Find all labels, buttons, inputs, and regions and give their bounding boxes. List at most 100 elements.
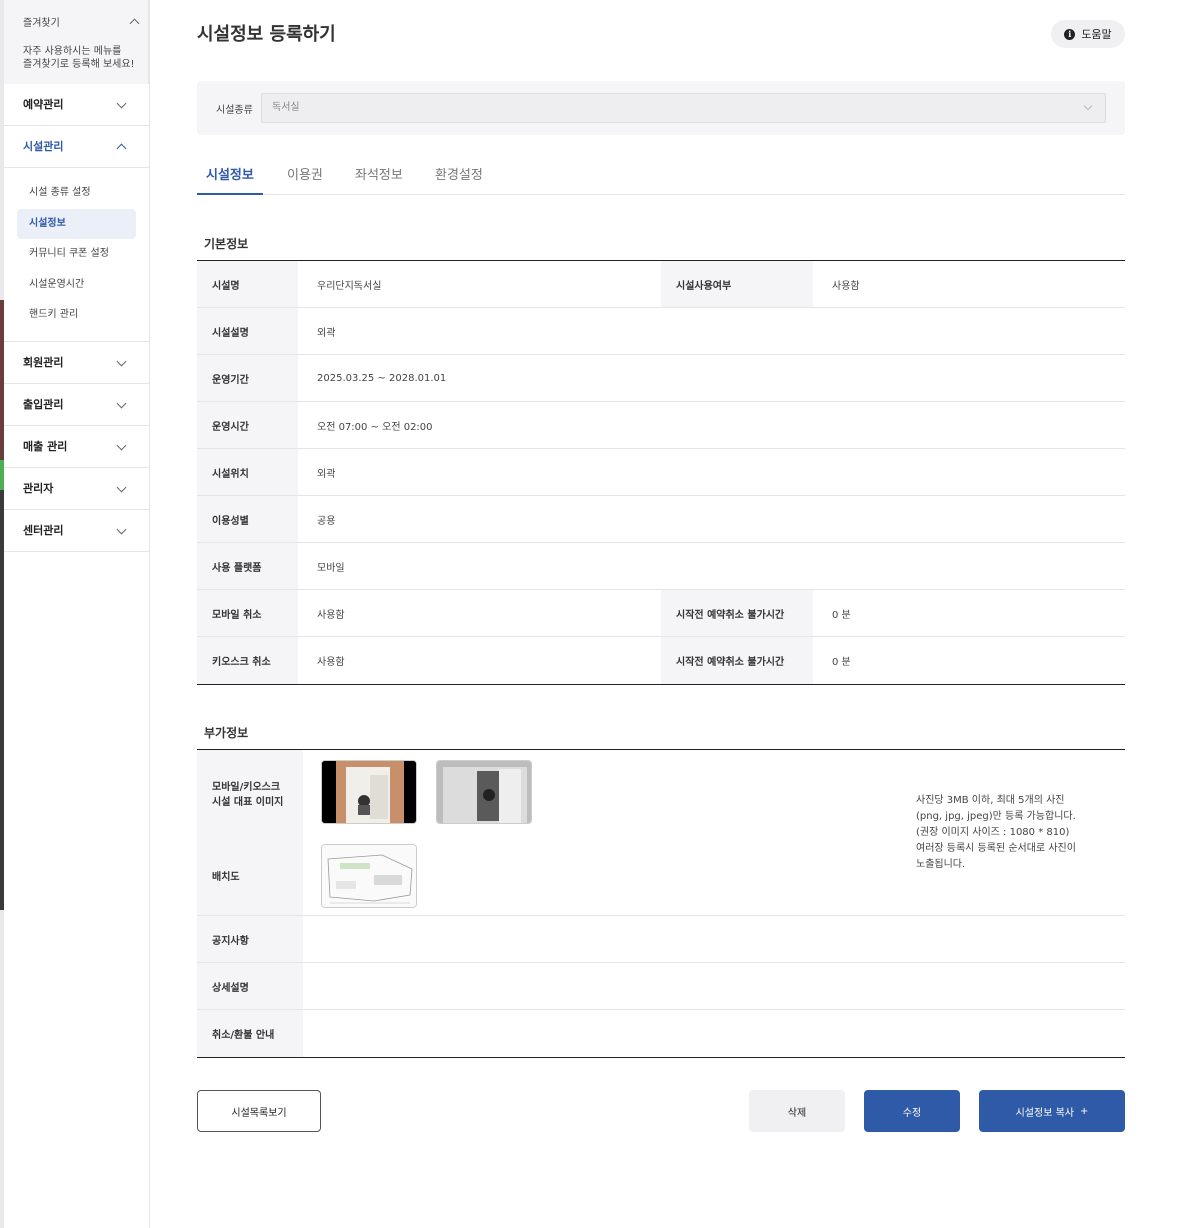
extra-info-table: 모바일/키오스크 시설 대표 이미지 배치도 사진당 3MB 이하, 최대 5개… xyxy=(197,749,1125,1058)
notice-label: 공지사항 xyxy=(197,916,303,962)
facility-list-button[interactable]: 시설목록보기 xyxy=(197,1090,321,1132)
sidebar-item-facility-type[interactable]: 시설 종류 설정 xyxy=(17,178,136,208)
facility-desc-label: 시설설명 xyxy=(197,308,298,354)
tab-settings[interactable]: 환경설정 xyxy=(435,164,483,194)
sidebar-menu-access[interactable]: 출입관리 xyxy=(4,384,149,426)
table-row: 시설명 우리단지독서실 시설사용여부 사용함 xyxy=(197,261,1125,308)
basic-info-table: 시설명 우리단지독서실 시설사용여부 사용함 시설설명 외곽 운영기간 2025… xyxy=(197,260,1125,685)
extra-info-title: 부가정보 xyxy=(204,726,249,740)
image-cell: 사진당 3MB 이하, 최대 5개의 사진 (png, jpg, jpeg)만 … xyxy=(303,750,1125,915)
sidebar-menu-label: 출입관리 xyxy=(23,397,64,411)
gender-value: 공용 xyxy=(317,515,336,527)
notice-value xyxy=(303,916,1125,962)
table-row: 운영시간 오전 07:00 ~ 오전 02:00 xyxy=(197,402,1125,449)
chevron-up-icon xyxy=(116,143,127,154)
table-row: 사용 플랫폼 모바일 xyxy=(197,543,1125,590)
chevron-down-icon xyxy=(116,482,127,492)
tab-seat-info[interactable]: 좌석정보 xyxy=(355,164,403,194)
note-line: (png, jpg, jpeg)만 등록 가능합니다. xyxy=(916,811,1076,822)
period-label: 운영기간 xyxy=(197,355,298,401)
sidebar-item-handkey[interactable]: 핸드키 관리 xyxy=(17,300,136,330)
sidebar-item-facility-info[interactable]: 시설정보 xyxy=(17,208,136,239)
tab-bar: 시설정보 이용권 좌석정보 환경설정 xyxy=(197,156,1125,195)
facility-type-value: 독서실 xyxy=(272,102,300,113)
table-row: 모바일/키오스크 시설 대표 이미지 배치도 사진당 3MB 이하, 최대 5개… xyxy=(197,750,1125,916)
chevron-down-icon xyxy=(1083,101,1093,111)
kiosk-cancel-value: 사용함 xyxy=(317,657,345,668)
chevron-down-icon xyxy=(116,440,127,450)
table-row: 취소/환불 안내 xyxy=(197,1010,1125,1057)
delete-button[interactable]: 삭제 xyxy=(749,1090,845,1132)
sidebar-menu-center[interactable]: 센터관리 xyxy=(4,510,149,552)
edit-button[interactable]: 수정 xyxy=(864,1090,960,1132)
facility-name-label: 시설명 xyxy=(197,261,298,307)
sidebar-menu-admin[interactable]: 관리자 xyxy=(4,468,149,510)
chevron-down-icon xyxy=(116,524,127,534)
favorites-desc-line: 즐겨찾기로 등록해 보세요! xyxy=(23,59,135,70)
hours-value: 오전 07:00 ~ 오전 02:00 xyxy=(317,421,433,433)
facility-type-label: 시설종류 xyxy=(216,105,253,116)
note-line: (권장 이미지 사이즈 : 1080 * 810) xyxy=(916,827,1070,838)
help-label: 도움말 xyxy=(1081,28,1112,41)
sidebar-menu-members[interactable]: 회원관리 xyxy=(4,342,149,384)
image-label-line: 모바일/키오스크 xyxy=(212,782,281,793)
chevron-down-icon xyxy=(116,398,127,408)
sidebar-item-operating-hours[interactable]: 시설운영시간 xyxy=(17,270,136,300)
platform-label: 사용 플랫폼 xyxy=(197,543,298,589)
chevron-down-icon xyxy=(116,98,127,109)
page-title: 시설정보 등록하기 xyxy=(197,24,336,45)
help-button[interactable]: i 도움말 xyxy=(1051,20,1125,48)
image-label-cell: 모바일/키오스크 시설 대표 이미지 배치도 xyxy=(197,750,303,915)
detail-label: 상세설명 xyxy=(197,963,303,1009)
sidebar: 즐겨찾기 자주 사용하시는 메뉴를 즐겨찾기로 등록해 보세요! 예약관리 시설… xyxy=(4,0,150,1228)
tab-facility-info[interactable]: 시설정보 xyxy=(197,164,263,195)
sidebar-menu-sales[interactable]: 매출 관리 xyxy=(4,426,149,468)
sidebar-menu-label: 예약관리 xyxy=(23,98,64,111)
tab-pass[interactable]: 이용권 xyxy=(287,164,323,194)
plus-icon: + xyxy=(1080,1105,1089,1117)
layout-map-thumbnail[interactable] xyxy=(321,844,417,908)
sidebar-menu-label: 관리자 xyxy=(23,481,54,495)
table-row: 공지사항 xyxy=(197,916,1125,963)
table-row: 이용성별 공용 xyxy=(197,496,1125,543)
table-row: 시설설명 외곽 xyxy=(197,308,1125,355)
favorites-desc-line: 자주 사용하시는 메뉴를 xyxy=(23,46,122,57)
table-row: 시설위치 외곽 xyxy=(197,449,1125,496)
copy-facility-button[interactable]: 시설정보 복사 + xyxy=(979,1090,1125,1132)
kiosk-block-label: 시작전 예약취소 불가시간 xyxy=(661,637,813,684)
favorites-desc: 자주 사용하시는 메뉴를 즐겨찾기로 등록해 보세요! xyxy=(23,45,138,71)
sidebar-menu-label: 매출 관리 xyxy=(23,439,68,453)
location-label: 시설위치 xyxy=(197,449,298,495)
sidebar-menu-facility[interactable]: 시설관리 xyxy=(4,126,149,168)
sidebar-menu-label: 시설관리 xyxy=(23,140,64,153)
chevron-down-icon xyxy=(116,356,127,366)
mobile-block-value: 0 분 xyxy=(832,609,851,621)
facility-type-select[interactable]: 독서실 xyxy=(261,93,1106,123)
note-line: 노출됩니다. xyxy=(916,859,966,870)
image-upload-note: 사진당 3MB 이하, 최대 5개의 사진 (png, jpg, jpeg)만 … xyxy=(916,793,1076,873)
sidebar-menu-reservation[interactable]: 예약관리 xyxy=(4,84,149,126)
kiosk-block-value: 0 분 xyxy=(832,657,851,668)
facility-use-value: 사용함 xyxy=(832,280,860,292)
mobile-cancel-label: 모바일 취소 xyxy=(197,590,298,636)
copy-facility-label: 시설정보 복사 xyxy=(1015,1107,1074,1119)
facility-image-thumbnail[interactable] xyxy=(321,760,417,824)
facility-desc-value: 외곽 xyxy=(317,327,336,339)
favorites-title: 즐겨찾기 xyxy=(23,18,60,29)
info-icon: i xyxy=(1064,28,1076,40)
platform-value: 모바일 xyxy=(317,562,345,574)
facility-name-value: 우리단지독서실 xyxy=(317,280,382,292)
image-label-line: 시설 대표 이미지 xyxy=(212,797,284,808)
table-row: 모바일 취소 사용함 시작전 예약취소 불가시간 0 분 xyxy=(197,590,1125,637)
note-line: 사진당 3MB 이하, 최대 5개의 사진 xyxy=(916,795,1065,806)
refund-label: 취소/환불 안내 xyxy=(197,1010,303,1057)
basic-info-title: 기본정보 xyxy=(204,237,249,251)
sidebar-item-community-coupon[interactable]: 커뮤니티 쿠폰 설정 xyxy=(17,239,136,269)
gender-label: 이용성별 xyxy=(197,496,298,542)
facility-use-label: 시설사용여부 xyxy=(661,261,813,307)
facility-image-thumbnail[interactable] xyxy=(436,760,532,824)
mobile-block-label: 시작전 예약취소 불가시간 xyxy=(661,590,813,636)
refund-value xyxy=(303,1010,1125,1057)
note-line: 여러장 등록시 등록된 순서대로 사진이 xyxy=(916,843,1076,854)
table-row: 운영기간 2025.03.25 ~ 2028.01.01 xyxy=(197,355,1125,402)
